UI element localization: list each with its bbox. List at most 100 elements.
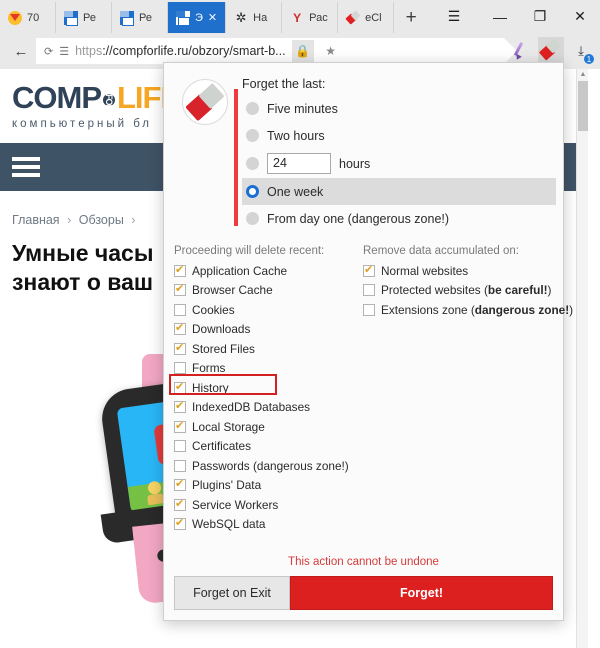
checkbox-icon[interactable] xyxy=(174,459,186,472)
tab-1[interactable]: Ре xyxy=(56,2,112,33)
checkbox-row-stored-files[interactable]: Stored Files xyxy=(174,339,363,359)
gear-icon: ✲ xyxy=(235,9,247,25)
checkbox-label: Stored Files xyxy=(192,341,255,356)
checkbox-icon[interactable] xyxy=(363,284,375,297)
reader-mode-icon[interactable]: ☰ xyxy=(59,45,69,58)
radio-icon[interactable] xyxy=(246,129,259,142)
checkbox-label: Extensions zone (dangerous zone!) xyxy=(381,303,573,317)
address-bar[interactable]: ⟳ ☰ https://compforlife.ru/obzory/smart-… xyxy=(36,38,517,64)
checkbox-icon[interactable] xyxy=(174,263,186,277)
radio-icon[interactable] xyxy=(246,212,259,225)
radio-option-from-day-one[interactable]: From day one (dangerous zone!) xyxy=(242,205,563,232)
reload-icon[interactable]: ⟳ xyxy=(44,45,53,58)
pen-icon[interactable] xyxy=(508,37,534,65)
checkbox-row-browser-cache[interactable]: Browser Cache xyxy=(174,281,363,301)
radio-icon-selected[interactable] xyxy=(246,185,259,198)
checkbox-icon[interactable] xyxy=(363,263,375,277)
tab-0[interactable]: 70 xyxy=(0,2,56,33)
checkbox-row-plugins-data[interactable]: Plugins' Data xyxy=(174,476,363,496)
radio-option-two-hours[interactable]: Two hours xyxy=(242,122,563,149)
checkbox-row-application-cache[interactable]: Application Cache xyxy=(174,261,363,281)
back-icon[interactable]: ← xyxy=(6,37,36,65)
label-bold: dangerous zone! xyxy=(474,302,570,317)
checkbox-row-cookies[interactable]: Cookies xyxy=(174,300,363,320)
checkbox-label: Forms xyxy=(192,361,226,376)
checkbox-row-indexeddb-databases[interactable]: IndexedDB Databases xyxy=(174,398,363,418)
checkbox-row-forms[interactable]: Forms xyxy=(174,359,363,379)
eraser-icon[interactable] xyxy=(538,37,564,65)
accumulated-on-column: Remove data accumulated on: Normal websi… xyxy=(363,245,573,534)
hours-suffix-label: hours xyxy=(339,156,371,171)
tab-label: Ре xyxy=(83,11,96,24)
scrollbar-thumb[interactable] xyxy=(578,81,588,131)
new-tab-button[interactable]: + xyxy=(394,2,428,33)
tab-3-active[interactable]: Э ✕ xyxy=(168,2,227,33)
tab-label: На xyxy=(253,11,268,24)
checkbox-icon[interactable] xyxy=(174,399,186,414)
checkbox-icon[interactable] xyxy=(174,341,186,355)
checkbox-row-protected-websites[interactable]: Protected websites (be careful!) xyxy=(363,281,563,301)
tab-4[interactable]: ✲ На xyxy=(226,2,283,33)
checkbox-icon[interactable] xyxy=(174,516,186,531)
close-window-icon[interactable]: ✕ xyxy=(560,0,600,33)
tab-strip: 70 Ре Ре Э ✕ ✲ На Y Рас eCl + xyxy=(0,0,428,33)
site-security-icon[interactable]: 🔒 xyxy=(291,40,314,62)
radio-label: Two hours xyxy=(267,128,325,143)
checkbox-row-certificates[interactable]: Certificates xyxy=(174,437,363,457)
radio-option-five-minutes[interactable]: Five minutes xyxy=(242,95,563,122)
url-text: https://compforlife.ru/obzory/smart-b... xyxy=(75,44,286,58)
checkbox-icon[interactable] xyxy=(174,419,186,433)
page-icon xyxy=(176,10,190,26)
label-tail: ) xyxy=(569,302,574,317)
breadcrumb-item-home[interactable]: Главная xyxy=(12,213,60,227)
checkbox-icon[interactable] xyxy=(174,380,186,394)
checkbox-icon[interactable] xyxy=(363,303,375,316)
checkbox-row-websql-data[interactable]: WebSQL data xyxy=(174,515,363,535)
bookmark-star-icon[interactable]: ★ xyxy=(320,40,342,62)
tab-6[interactable]: eCl xyxy=(338,2,395,33)
download-icon[interactable]: ⤓ 1 xyxy=(568,37,595,65)
tab-5[interactable]: Y Рас xyxy=(282,2,339,33)
label-plain: Protected websites ( xyxy=(381,283,488,298)
radio-icon[interactable] xyxy=(246,157,259,170)
checkbox-icon[interactable] xyxy=(174,303,186,316)
checkbox-icon[interactable] xyxy=(174,440,186,453)
tab-2[interactable]: Ре xyxy=(112,2,168,33)
checkbox-label: Application Cache xyxy=(192,263,288,278)
hours-input[interactable]: 24 xyxy=(267,153,331,174)
maximize-icon[interactable]: ❐ xyxy=(520,0,560,33)
breadcrumb-item-reviews[interactable]: Обзоры xyxy=(79,213,124,227)
checkbox-icon[interactable] xyxy=(174,477,186,492)
checkbox-icon[interactable] xyxy=(174,497,186,511)
checkbox-row-local-storage[interactable]: Local Storage xyxy=(174,417,363,437)
logo-dot-for: FOR xyxy=(103,93,115,110)
checkbox-row-downloads[interactable]: Downloads xyxy=(174,320,363,340)
checkbox-icon[interactable] xyxy=(174,362,186,375)
checkbox-row-passwords[interactable]: Passwords (dangerous zone!) xyxy=(174,456,363,476)
close-icon[interactable]: ✕ xyxy=(208,11,217,24)
forget-on-exit-button[interactable]: Forget on Exit xyxy=(174,576,290,610)
checkbox-row-extensions-zone[interactable]: Extensions zone (dangerous zone!) xyxy=(363,300,573,320)
radio-icon[interactable] xyxy=(246,102,259,115)
forget-button[interactable]: Forget! xyxy=(290,576,553,610)
checkbox-icon[interactable] xyxy=(174,282,186,297)
dialog-checkbox-section: Proceeding will delete recent: Applicati… xyxy=(164,239,573,535)
dialog-button-row: Forget on Exit Forget! xyxy=(174,576,553,610)
site-menu-icon[interactable] xyxy=(12,153,40,181)
checkbox-icon[interactable] xyxy=(174,321,186,336)
radio-option-one-week[interactable]: One week xyxy=(242,178,556,205)
checkbox-row-service-workers[interactable]: Service Workers xyxy=(174,495,363,515)
hamburger-menu-icon[interactable]: ☰ xyxy=(434,0,474,33)
checkbox-row-normal-websites[interactable]: Normal websites xyxy=(363,261,563,281)
breadcrumb-separator-2: › xyxy=(131,213,136,227)
browser-window: 70 Ре Ре Э ✕ ✲ На Y Рас eCl + ☰ — ❐ ✕ ← … xyxy=(0,0,600,648)
yandex-browser-icon: Y xyxy=(293,10,302,25)
checkbox-row-history[interactable]: History xyxy=(169,374,363,398)
radio-option-custom-hours[interactable]: 24 hours xyxy=(242,149,563,178)
page-scrollbar[interactable]: ▲ xyxy=(576,69,588,648)
minimize-icon[interactable]: — xyxy=(480,0,520,33)
radio-label: One week xyxy=(267,184,324,199)
tab-label: Э xyxy=(195,11,203,24)
scroll-up-arrow-icon[interactable]: ▲ xyxy=(577,69,589,81)
delete-recent-header: Proceeding will delete recent: xyxy=(174,245,325,257)
